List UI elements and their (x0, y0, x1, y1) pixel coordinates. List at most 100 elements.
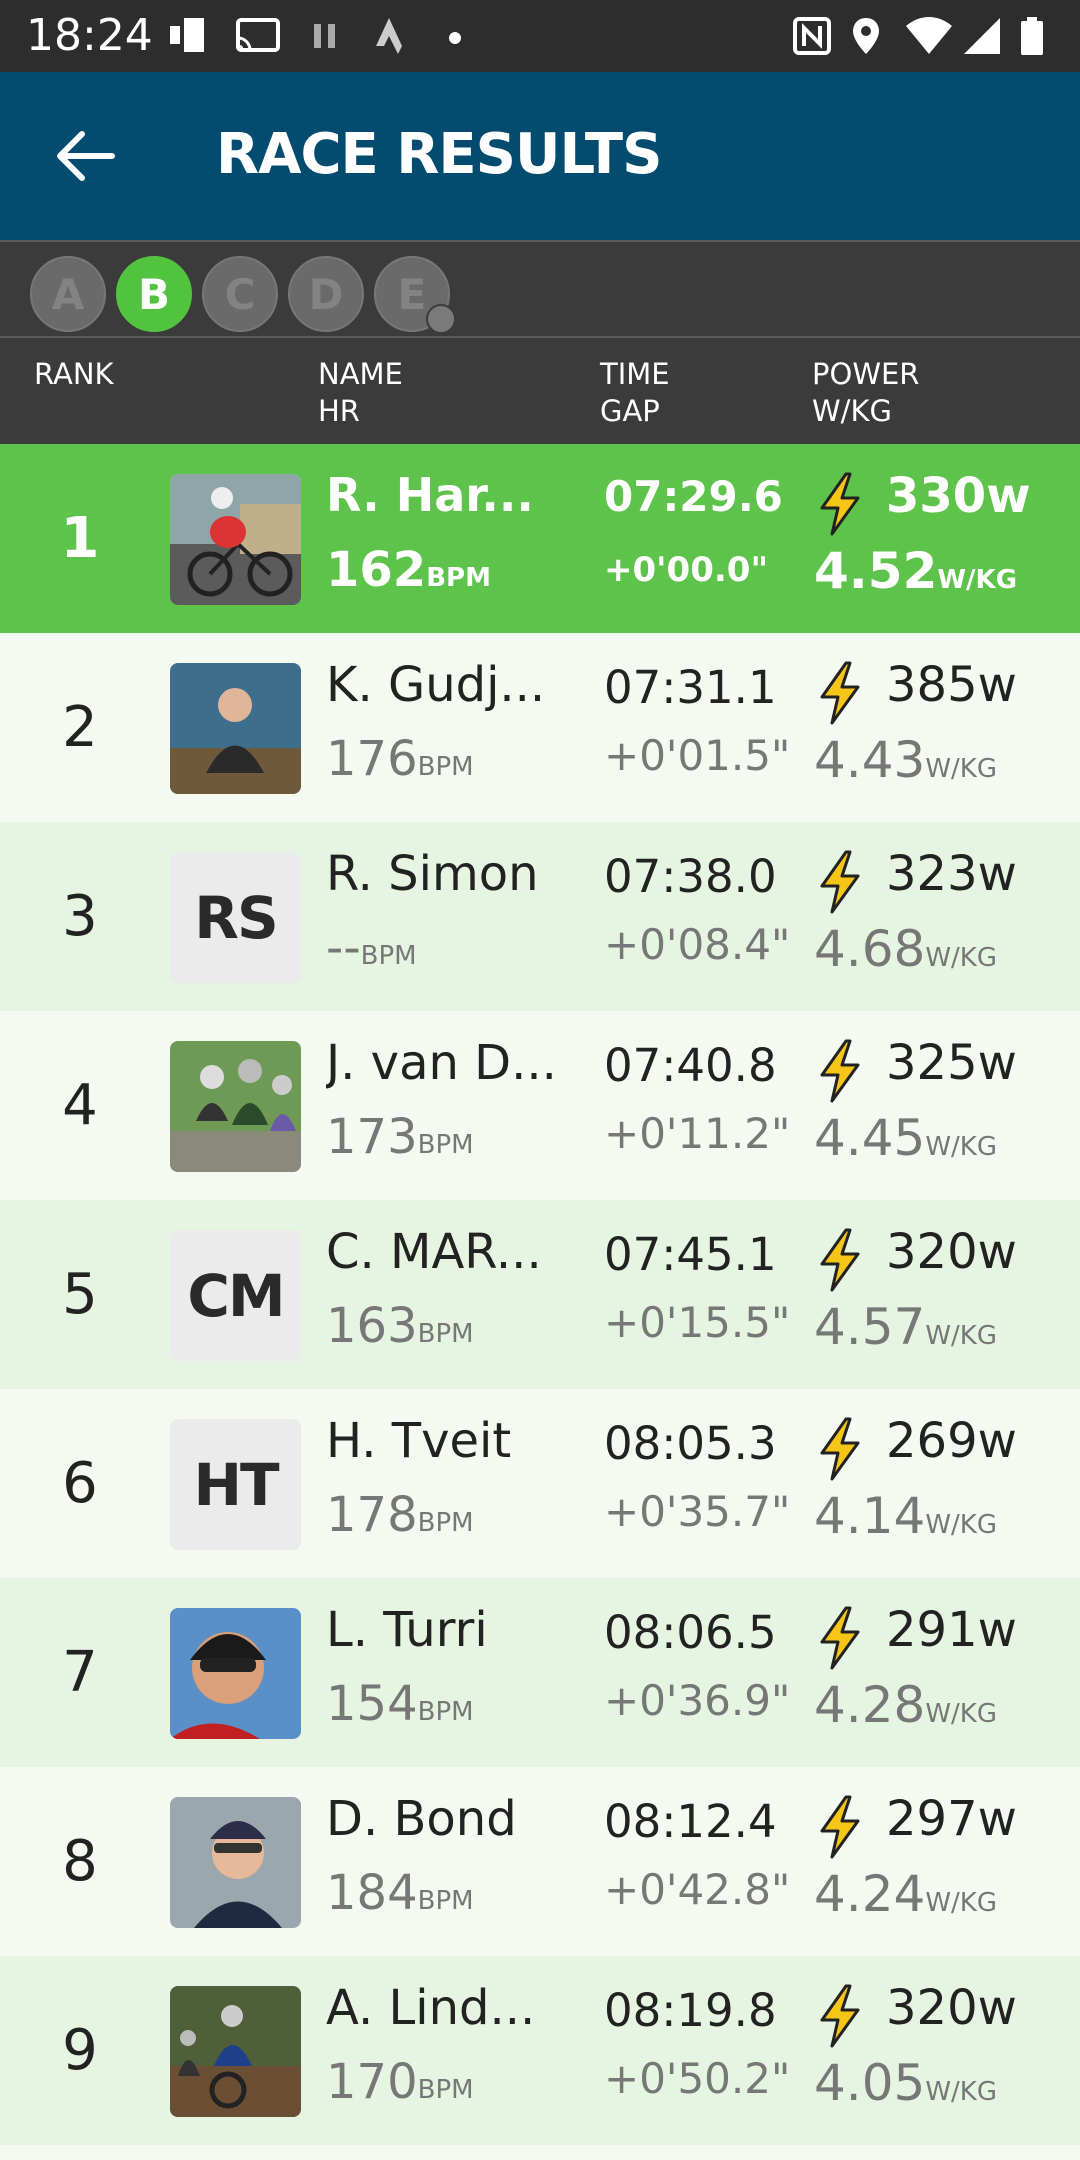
time-gap: +0'08.4" (604, 920, 791, 969)
result-row[interactable]: 8 D. Bond 184BPM 08:12.4 +0'42.8" 297w 4… (0, 1767, 1080, 1956)
time-gap: +0'00.0" (604, 550, 769, 590)
rank: 5 (62, 1262, 98, 1327)
rider-name: A. Lind... (326, 1980, 536, 2036)
power-watts: 320w (886, 1224, 1017, 1280)
finish-time: 08:19.8 (604, 1984, 777, 2037)
wkg-unit: W/KG (925, 754, 997, 784)
heart-rate-value: 173 (326, 1109, 418, 1165)
avatar-initials: CM (170, 1230, 301, 1361)
watts-per-kg: 4.28W/KG (814, 1676, 997, 1734)
avatar (170, 1986, 301, 2117)
heart-rate-value: 184 (326, 1865, 418, 1921)
heart-rate-value: 178 (326, 1487, 418, 1543)
rank: 1 (60, 506, 100, 571)
power-watts: 385w (886, 657, 1017, 713)
rank: 2 (62, 695, 98, 760)
result-row[interactable]: 2 K. Gudj... 176BPM 07:31.1 +0'01.5" 385… (0, 633, 1080, 822)
rider-name: H. Tveit (326, 1413, 512, 1469)
wkg-value: 4.24 (814, 1865, 926, 1923)
time-gap: +0'01.5" (604, 731, 791, 780)
wkg-unit: W/KG (925, 1321, 997, 1351)
time-gap: +0'42.8" (604, 1865, 791, 1914)
wkg-unit: W/KG (925, 1888, 997, 1918)
category-c-button[interactable]: C (202, 256, 278, 332)
finish-time: 08:06.5 (604, 1606, 777, 1659)
power-header-label: POWER (812, 357, 920, 391)
name-header-label: NAME (318, 357, 403, 391)
heart-rate-value: 162 (326, 542, 427, 598)
rank: 6 (62, 1451, 98, 1516)
heart-rate: --BPM (326, 920, 417, 976)
wkg-value: 4.52 (814, 542, 938, 600)
dot-icon (449, 32, 461, 44)
signal-icon (964, 18, 1000, 54)
cast-icon (236, 18, 280, 52)
power-watts: 325w (886, 1035, 1017, 1091)
name-header: NAME HR (318, 356, 403, 430)
lightning-bolt-icon (820, 1039, 860, 1103)
result-row[interactable]: 9 A. Lind... 170BPM 08:19.8 +0'50.2" 320… (0, 1956, 1080, 2145)
wkg-unit: W/KG (937, 565, 1018, 595)
time-header-label: TIME (600, 357, 670, 391)
power-watts: 291w (886, 1602, 1017, 1658)
rank-header: RANK (34, 357, 114, 391)
avatar (170, 1041, 301, 1172)
lightning-bolt-icon (820, 1417, 860, 1481)
notification-icon (170, 18, 204, 52)
watts-per-kg: 4.43W/KG (814, 731, 997, 789)
avatar-initials: HT (170, 1419, 301, 1550)
wkg-unit: W/KG (925, 1510, 997, 1540)
battery-icon (1021, 17, 1043, 55)
finish-time: 07:45.1 (604, 1228, 777, 1281)
rider-name: D. Bond (326, 1791, 517, 1847)
column-headers: RANK NAME HR TIME GAP POWER W/KG (0, 336, 1080, 444)
rider-name: K. Gudj... (326, 657, 546, 713)
power-watts: 320w (886, 1980, 1017, 2036)
bpm-unit: BPM (417, 752, 474, 782)
rider-name: C. MAR... (326, 1224, 542, 1280)
avatar (170, 1797, 301, 1928)
finish-time: 07:31.1 (604, 661, 777, 714)
category-d-button[interactable]: D (288, 256, 364, 332)
strava-icon (376, 18, 402, 54)
lightning-bolt-icon (820, 1795, 860, 1859)
heart-rate-value: -- (326, 920, 361, 976)
result-row[interactable]: 4 J. van D... 173BPM 07:40.8 +0'11.2" 32… (0, 1011, 1080, 1200)
rider-name: L. Turri (326, 1602, 488, 1658)
wkg-unit: W/KG (925, 943, 997, 973)
category-b-button[interactable]: B (116, 256, 192, 332)
wkg-value: 4.68 (814, 920, 926, 978)
heart-rate: 178BPM (326, 1487, 474, 1543)
category-selector: A B C D E (0, 240, 1080, 336)
time-header: TIME GAP (600, 356, 670, 430)
wkg-value: 4.45 (814, 1109, 926, 1167)
wkg-header-label: W/KG (812, 394, 892, 428)
result-row[interactable]: 5 CM C. MAR... 163BPM 07:45.1 +0'15.5" 3… (0, 1200, 1080, 1389)
result-row[interactable]: 1 R. Har... 162BPM 07:29.6 +0'00.0" 330w… (0, 444, 1080, 633)
heart-rate: 154BPM (326, 1676, 474, 1732)
nfc-icon (793, 17, 831, 55)
category-a-button[interactable]: A (30, 256, 106, 332)
wkg-value: 4.28 (814, 1676, 926, 1734)
watts-per-kg: 4.05W/KG (814, 2054, 997, 2112)
finish-time: 08:12.4 (604, 1795, 777, 1848)
result-row[interactable]: 3 RS R. Simon --BPM 07:38.0 +0'08.4" 323… (0, 822, 1080, 1011)
heart-rate: 173BPM (326, 1109, 474, 1165)
back-arrow-icon[interactable] (48, 124, 120, 188)
page-title: RACE RESULTS (216, 122, 662, 187)
bpm-unit: BPM (417, 1508, 474, 1538)
power-watts: 323w (886, 846, 1017, 902)
lightning-bolt-icon (820, 1606, 860, 1670)
finish-time: 07:38.0 (604, 850, 777, 903)
heart-rate: 184BPM (326, 1865, 474, 1921)
finish-time: 08:05.3 (604, 1417, 777, 1470)
wkg-unit: W/KG (925, 1132, 997, 1162)
heart-rate: 170BPM (326, 2054, 474, 2110)
bpm-unit: BPM (417, 1886, 474, 1916)
result-row[interactable]: 6 HT H. Tveit 178BPM 08:05.3 +0'35.7" 26… (0, 1389, 1080, 1578)
watts-per-kg: 4.68W/KG (814, 920, 997, 978)
bpm-unit: BPM (417, 1697, 474, 1727)
rank: 4 (62, 1073, 98, 1138)
power-watts: 269w (886, 1413, 1017, 1469)
result-row[interactable]: 7 L. Turri 154BPM 08:06.5 +0'36.9" 291w … (0, 1578, 1080, 1767)
